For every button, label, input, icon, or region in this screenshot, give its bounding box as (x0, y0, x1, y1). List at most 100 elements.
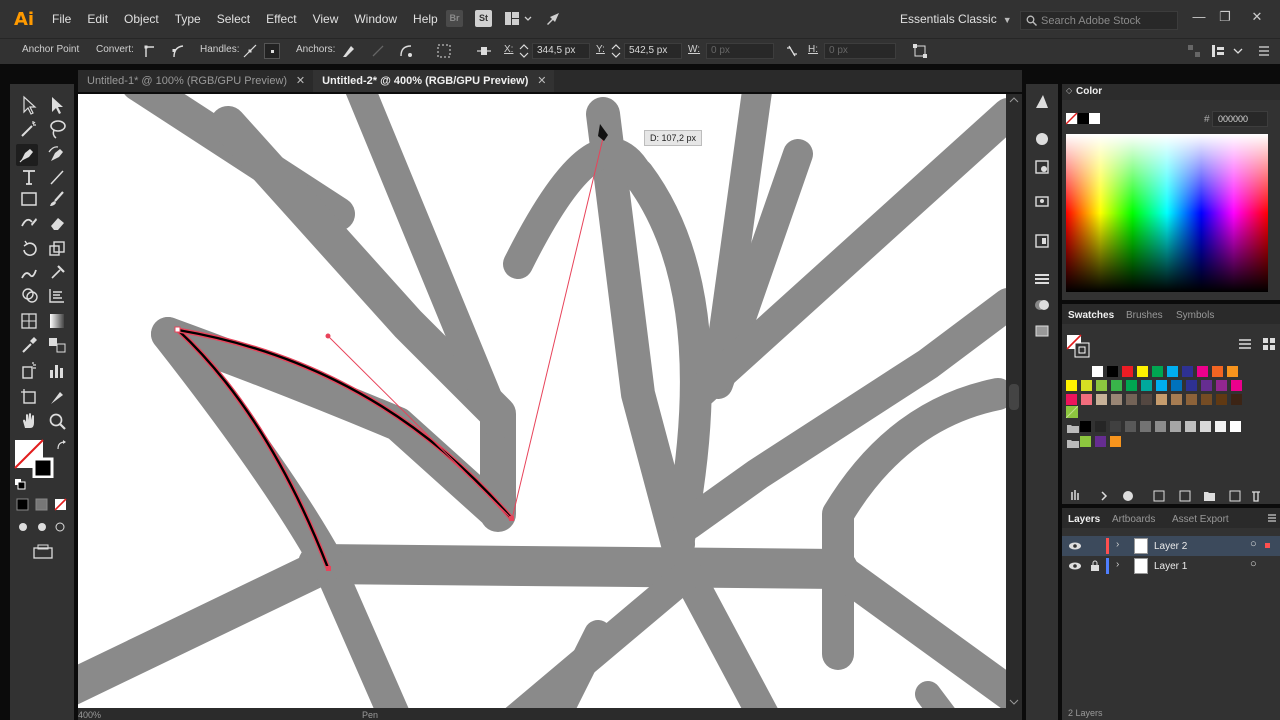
pen-tool-icon[interactable] (16, 144, 38, 166)
close-window-button[interactable]: ✕ (1248, 8, 1266, 26)
graphic-styles-panel-icon[interactable] (1033, 158, 1051, 176)
color-swatch[interactable] (1227, 366, 1238, 377)
gradient-panel-icon[interactable] (1033, 322, 1051, 340)
close-tab-icon[interactable]: ✕ (537, 70, 546, 92)
scale-tool-icon[interactable] (46, 238, 68, 260)
swatch-pattern[interactable] (1066, 406, 1078, 418)
y-stepper-icon[interactable] (608, 43, 624, 59)
layer-name[interactable]: Layer 1 (1154, 561, 1187, 572)
lock-icon[interactable] (1090, 560, 1100, 572)
panel-options-icon[interactable] (1210, 43, 1226, 59)
color-swatch[interactable] (1140, 421, 1151, 432)
search-input[interactable] (1041, 14, 1171, 27)
minimize-button[interactable]: — (1190, 8, 1208, 26)
drawing-modes-icon[interactable] (16, 520, 72, 534)
x-field[interactable]: 344,5 px (532, 43, 590, 59)
fill-stroke-mini-icon[interactable] (1066, 112, 1100, 126)
menu-help[interactable]: Help (405, 12, 446, 26)
layer-row-layer-2[interactable]: › Layer 2 ○ (1062, 536, 1280, 556)
color-spectrum[interactable] (1066, 134, 1268, 292)
hex-color-field[interactable]: 000000 (1212, 111, 1268, 127)
bridge-button[interactable]: Br (446, 10, 463, 27)
color-swatch[interactable] (1096, 380, 1107, 391)
color-swatch[interactable] (1096, 394, 1107, 405)
blend-tool-icon[interactable] (46, 334, 68, 356)
color-swatch[interactable] (1126, 394, 1137, 405)
panel-menu-icon[interactable] (1266, 512, 1278, 524)
align-icon[interactable] (476, 43, 492, 59)
color-swatch[interactable] (1156, 380, 1167, 391)
color-swatch[interactable] (1125, 421, 1136, 432)
rectangle-tool-icon[interactable] (18, 188, 40, 210)
color-swatch[interactable] (1182, 366, 1193, 377)
expand-chevron-icon[interactable]: › (1116, 559, 1119, 570)
screen-mode-icon[interactable] (32, 544, 54, 560)
menu-file[interactable]: File (44, 12, 79, 26)
grid-view-icon[interactable] (1262, 337, 1276, 351)
color-swatch[interactable] (1095, 421, 1106, 432)
color-swatch[interactable] (1111, 394, 1122, 405)
direct-selection-tool-icon[interactable] (46, 94, 68, 116)
arrange-documents-icon[interactable] (504, 10, 532, 27)
lasso-tool-icon[interactable] (46, 118, 68, 140)
color-swatch[interactable] (1141, 380, 1152, 391)
hand-tool-icon[interactable] (18, 410, 40, 432)
stroke-panel-icon[interactable] (1033, 270, 1051, 288)
stock-button[interactable]: St (475, 10, 492, 27)
fill-stroke-swatches-icon[interactable] (14, 438, 54, 478)
color-swatch[interactable] (1170, 421, 1181, 432)
control-menu-icon[interactable] (1256, 43, 1272, 59)
convert-smooth-icon[interactable] (170, 43, 186, 59)
column-graph-tool-icon[interactable] (46, 360, 68, 382)
w-field[interactable]: 0 px (706, 43, 774, 59)
stock-search-box[interactable] (1020, 11, 1178, 30)
type-tool-icon[interactable] (18, 166, 40, 188)
color-swatch[interactable] (1095, 436, 1106, 447)
color-swatch[interactable] (1185, 421, 1196, 432)
swap-fill-stroke-icon[interactable] (56, 440, 68, 452)
color-swatch[interactable] (1110, 421, 1121, 432)
zoom-level[interactable]: 400% (78, 710, 101, 720)
expand-chevron-icon[interactable]: › (1116, 539, 1119, 550)
workspace-switcher[interactable]: Essentials Classic ▼ (900, 12, 1012, 26)
appearance-panel-icon[interactable] (1033, 130, 1051, 148)
color-swatch[interactable] (1111, 380, 1122, 391)
color-swatch[interactable] (1092, 366, 1103, 377)
color-swatch[interactable] (1216, 380, 1227, 391)
mesh-tool-icon[interactable] (18, 310, 40, 332)
color-swatch[interactable] (1155, 421, 1166, 432)
transparency-panel-icon[interactable] (1033, 296, 1051, 314)
color-swatch[interactable] (1126, 380, 1137, 391)
color-swatch[interactable] (1141, 394, 1152, 405)
transform-icon[interactable] (912, 43, 928, 59)
list-view-icon[interactable] (1238, 337, 1252, 351)
swatch-actions-icons[interactable] (1070, 488, 1260, 502)
isolate-select-icon[interactable] (436, 43, 452, 59)
color-swatch[interactable] (1171, 380, 1182, 391)
color-swatch[interactable] (1201, 394, 1212, 405)
x-stepper-icon[interactable] (516, 43, 532, 59)
shaper-tool-icon[interactable] (18, 212, 40, 234)
rotate-tool-icon[interactable] (18, 238, 40, 260)
tab-artboards[interactable]: Artboards (1112, 514, 1155, 525)
warp-tool-icon[interactable] (18, 262, 40, 284)
zoom-tool-icon[interactable] (46, 410, 68, 432)
menu-type[interactable]: Type (167, 12, 209, 26)
color-swatch[interactable] (1201, 380, 1212, 391)
color-swatch[interactable] (1152, 366, 1163, 377)
default-fill-stroke-icon[interactable] (14, 478, 26, 490)
selection-indicator[interactable] (1265, 543, 1270, 548)
color-mode-buttons-icon[interactable] (16, 498, 72, 512)
close-tab-icon[interactable]: ✕ (296, 70, 305, 92)
color-swatch[interactable] (1216, 394, 1227, 405)
color-swatch[interactable] (1080, 421, 1091, 432)
color-swatch[interactable] (1081, 380, 1092, 391)
y-field[interactable]: 542,5 px (624, 43, 682, 59)
libraries-panel-icon[interactable] (1033, 192, 1051, 210)
color-swatch[interactable] (1231, 394, 1242, 405)
magic-wand-tool-icon[interactable] (18, 118, 40, 140)
menu-object[interactable]: Object (116, 12, 167, 26)
arrange-icon[interactable] (1186, 43, 1202, 59)
paintbrush-tool-icon[interactable] (46, 188, 68, 210)
menu-effect[interactable]: Effect (258, 12, 304, 26)
